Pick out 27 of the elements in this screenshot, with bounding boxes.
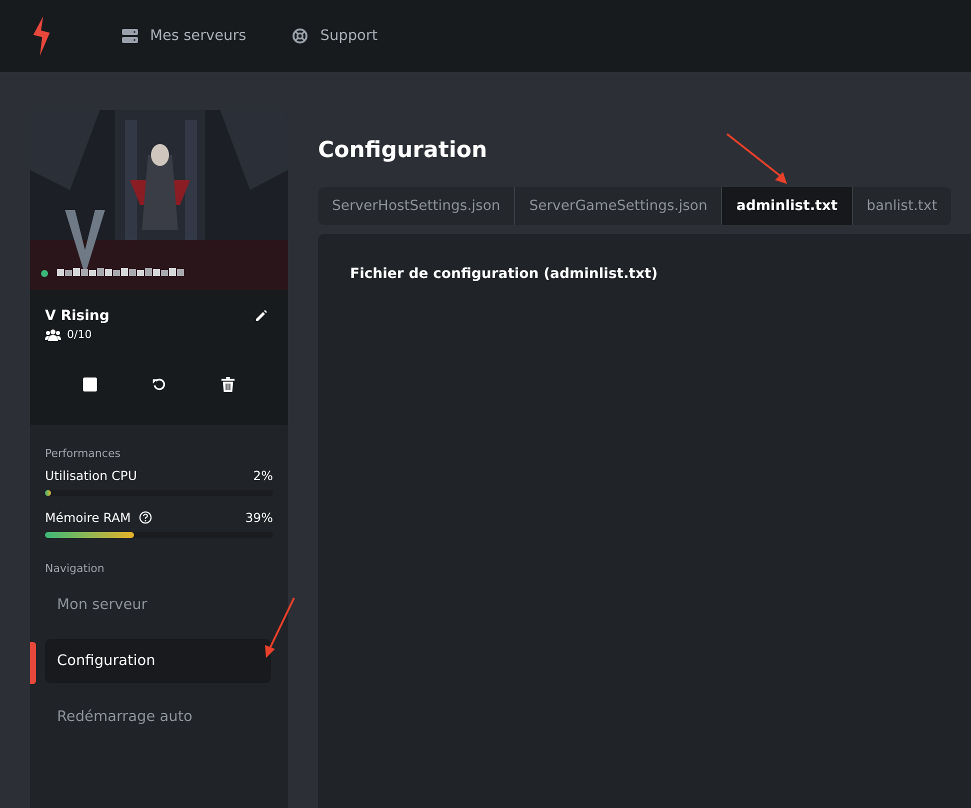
- tab[interactable]: ServerHostSettings.json: [318, 187, 514, 225]
- section-title: Performances: [45, 447, 122, 460]
- trash-icon[interactable]: [221, 377, 236, 392]
- nav-item[interactable]: Mon serveur: [45, 583, 271, 627]
- meter-label: Utilisation CPU: [45, 468, 137, 483]
- nav-link[interactable]: Mes serveurs: [122, 28, 246, 44]
- users-icon: [45, 328, 61, 340]
- tab[interactable]: adminlist.txt: [721, 187, 852, 225]
- server-icon: [122, 28, 138, 44]
- meter-reading: 2%: [253, 468, 273, 483]
- help-icon[interactable]: [138, 511, 152, 524]
- restart-icon[interactable]: [152, 377, 166, 392]
- player-count: 0/10: [67, 328, 92, 341]
- lifebuoy-icon: [292, 28, 308, 44]
- edit-icon[interactable]: [255, 310, 267, 322]
- panel-title: Fichier de configuration (adminlist.txt): [350, 266, 659, 282]
- stop-icon[interactable]: [82, 377, 97, 392]
- meter-reading: 39%: [245, 510, 273, 525]
- nav-link[interactable]: Support: [292, 28, 378, 44]
- nav-item[interactable]: Configuration: [45, 639, 271, 683]
- server-name: V Rising: [45, 308, 110, 324]
- section-title: Navigation: [45, 562, 106, 575]
- nav-item[interactable]: Redémarrage auto: [45, 695, 271, 739]
- meter-label: Mémoire RAM: [45, 510, 131, 525]
- active-indicator: [30, 642, 36, 684]
- tab[interactable]: banlist.txt: [852, 187, 952, 225]
- page-title: Configuration: [318, 138, 488, 163]
